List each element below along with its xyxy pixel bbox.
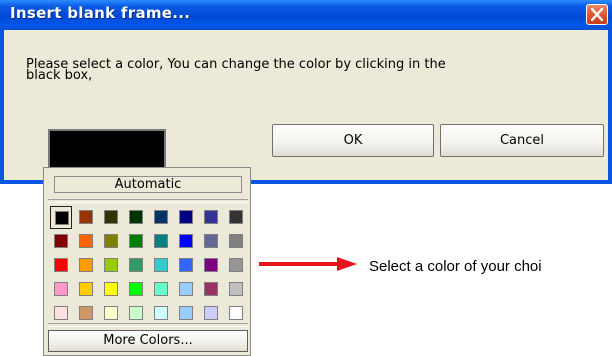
color-chip [54,306,68,320]
color-chip [229,258,243,272]
color-swatch-0-7[interactable] [225,206,247,229]
color-chip [204,258,218,272]
color-swatch-3-5[interactable] [175,278,197,301]
color-swatch-1-0[interactable] [50,230,72,253]
color-swatch-3-6[interactable] [200,278,222,301]
color-swatch-1-1[interactable] [75,230,97,253]
color-swatch-4-3[interactable] [125,302,147,325]
color-swatch-3-0[interactable] [50,278,72,301]
more-colors-button[interactable]: More Colors... [48,330,248,352]
color-swatch-1-5[interactable] [175,230,197,253]
color-chip [129,282,143,296]
annotation-text: Select a color of your choi [369,258,542,275]
color-chip [204,234,218,248]
color-swatch-2-0[interactable] [50,254,72,277]
color-swatch-2-5[interactable] [175,254,197,277]
cancel-button[interactable]: Cancel [440,124,604,157]
color-swatch-1-4[interactable] [150,230,172,253]
color-swatch-3-4[interactable] [150,278,172,301]
color-chip [79,234,93,248]
color-swatch-2-3[interactable] [125,254,147,277]
color-swatch-0-1[interactable] [75,206,97,229]
color-chip [154,210,168,224]
color-chip [129,306,143,320]
title-bar[interactable]: Insert blank frame... [0,0,612,30]
color-chip [129,210,143,224]
close-icon [591,8,603,21]
color-chip [129,234,143,248]
ok-button[interactable]: OK [272,124,434,157]
insert-blank-frame-dialog: Insert blank frame... Please select a co… [0,0,612,184]
color-swatch-2-1[interactable] [75,254,97,277]
color-chip [229,306,243,320]
color-chip [229,234,243,248]
color-swatch-2-4[interactable] [150,254,172,277]
color-swatch-4-1[interactable] [75,302,97,325]
color-swatch-1-3[interactable] [125,230,147,253]
color-chip [54,282,68,296]
color-swatch-2-6[interactable] [200,254,222,277]
color-chip [179,234,193,248]
color-swatch-4-6[interactable] [200,302,222,325]
close-button[interactable] [586,4,608,25]
color-chip [154,258,168,272]
color-chip [154,306,168,320]
color-chip [55,211,69,225]
color-chip [104,306,118,320]
color-chip [154,282,168,296]
divider [48,323,248,327]
color-chip [179,210,193,224]
arrow-right-icon [259,257,357,271]
color-swatch-4-7[interactable] [225,302,247,325]
color-chip [104,210,118,224]
color-swatch-button[interactable] [48,129,166,169]
color-chip [104,234,118,248]
automatic-color-button[interactable]: Automatic [54,176,242,193]
dialog-body: Please select a color, You can change th… [4,30,608,180]
color-swatch-4-4[interactable] [150,302,172,325]
color-chip [54,258,68,272]
color-chip [179,306,193,320]
color-chip [79,306,93,320]
color-chip [204,210,218,224]
color-swatch-0-3[interactable] [125,206,147,229]
color-chip [79,210,93,224]
color-chip [104,258,118,272]
color-swatch-3-2[interactable] [100,278,122,301]
color-swatch-2-2[interactable] [100,254,122,277]
dialog-title: Insert blank frame... [10,4,191,22]
color-swatch-0-5[interactable] [175,206,197,229]
color-swatch-1-6[interactable] [200,230,222,253]
color-swatch-2-7[interactable] [225,254,247,277]
color-chip [54,234,68,248]
color-swatch-4-2[interactable] [100,302,122,325]
color-chip [79,282,93,296]
message-line-1: Please select a color, You can change th… [26,57,446,72]
color-picker-dropdown: Automatic More Colors... [43,167,251,356]
color-swatch-1-2[interactable] [100,230,122,253]
color-chip [104,282,118,296]
color-chip [229,210,243,224]
color-swatch-3-1[interactable] [75,278,97,301]
color-chip [229,282,243,296]
color-chip [204,282,218,296]
color-swatch-0-0[interactable] [50,206,72,229]
color-swatch-3-7[interactable] [225,278,247,301]
color-swatch-4-0[interactable] [50,302,72,325]
divider [48,199,248,203]
color-swatch-0-6[interactable] [200,206,222,229]
color-swatch-3-3[interactable] [125,278,147,301]
dialog-message: Please select a color, You can change th… [26,57,586,82]
color-swatch-1-7[interactable] [225,230,247,253]
color-swatch-0-2[interactable] [100,206,122,229]
color-chip [79,258,93,272]
color-chip [179,282,193,296]
color-swatch-4-5[interactable] [175,302,197,325]
color-chip [129,258,143,272]
color-chip [179,258,193,272]
color-swatch-0-4[interactable] [150,206,172,229]
color-chip [204,306,218,320]
color-chip [154,234,168,248]
